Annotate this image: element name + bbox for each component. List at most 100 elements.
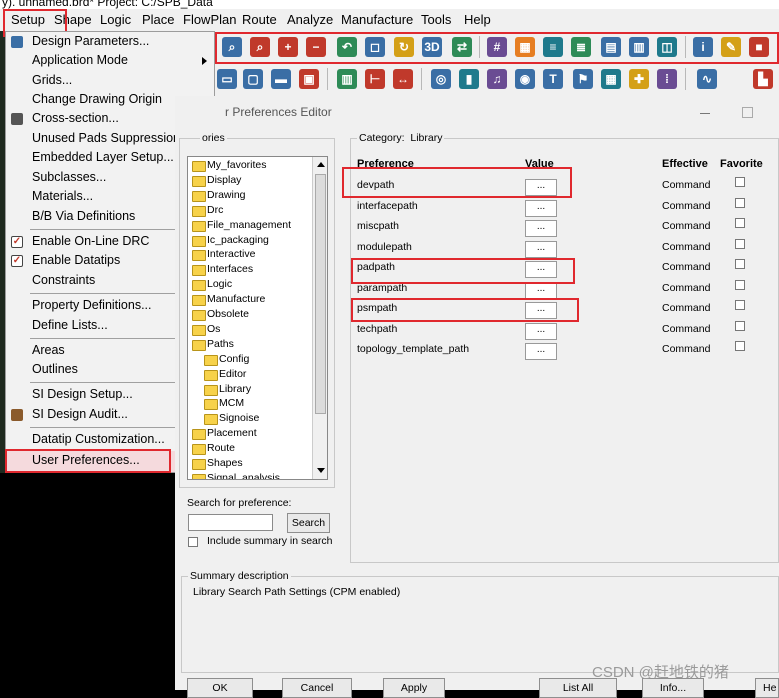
menu-tools[interactable]: Tools	[421, 12, 451, 27]
dialog-title: r Preferences Editor	[225, 105, 332, 119]
highlight-devpath	[342, 167, 572, 198]
favorite-checkbox[interactable]	[735, 279, 745, 290]
favorite-checkbox[interactable]	[735, 259, 745, 269]
user-preferences-dialog: r Preferences Editor ories My_favorites D…	[175, 96, 779, 698]
value-browse-button[interactable]: ...	[525, 322, 557, 340]
ok-button[interactable]: OK	[187, 678, 253, 698]
measure-icon[interactable]: ↔	[393, 69, 413, 89]
menu-help[interactable]: Help	[464, 12, 491, 27]
highlight-padpath	[351, 258, 575, 284]
favorite-checkbox[interactable]	[735, 197, 745, 208]
value-browse-button[interactable]: ...	[525, 281, 557, 299]
menu-route[interactable]: Route	[242, 12, 277, 27]
menu-flowplan[interactable]: FlowPlan	[183, 12, 236, 27]
value-browse-button[interactable]: ...	[525, 343, 557, 360]
pin-icon[interactable]: ✚	[629, 69, 649, 89]
value-browse-button[interactable]: ...	[525, 199, 557, 217]
pad-icon[interactable]: ▮	[459, 69, 479, 89]
submenu-arrow-icon	[202, 57, 207, 65]
effective-value: Command	[662, 199, 711, 212]
folder-icon	[192, 220, 206, 232]
preference-name: miscpath	[357, 220, 400, 232]
favorite-checkbox[interactable]	[735, 218, 745, 228]
highlight-toolbar	[215, 32, 779, 64]
preference-name: interfacepath	[357, 199, 418, 212]
folder-icon	[192, 250, 206, 262]
folder-icon	[192, 280, 206, 292]
favorite-checkbox[interactable]	[735, 300, 745, 310]
fill-icon[interactable]: ▬	[271, 69, 291, 89]
menu-manufacture[interactable]: Manufacture	[341, 12, 413, 27]
folder-icon	[192, 175, 206, 187]
board-icon[interactable]: ▦	[601, 69, 621, 89]
highlight-psmpath	[351, 298, 579, 322]
folder-icon	[192, 473, 206, 479]
menu-item-application-mode[interactable]: Application Mode	[6, 52, 214, 71]
maximize-icon[interactable]	[742, 107, 753, 118]
scroll-up-icon[interactable]	[317, 162, 325, 167]
folder-icon	[204, 369, 218, 381]
checkmark-icon: ✓	[11, 255, 23, 267]
effective-value: Command	[662, 343, 711, 355]
summary-text: Library Search Path Settings (CPM enable…	[193, 586, 401, 598]
menu-place[interactable]: Place	[142, 12, 175, 27]
folder-icon	[192, 429, 206, 441]
folder-icon	[192, 324, 206, 336]
minimize-icon[interactable]	[700, 113, 710, 114]
effective-value: Command	[662, 179, 711, 191]
folder-icon	[192, 295, 206, 307]
chart-icon[interactable]: ▙	[753, 69, 773, 89]
shape-icon[interactable]: ▣	[299, 69, 319, 89]
folder-icon	[192, 190, 206, 202]
square-icon[interactable]: ▢	[243, 69, 263, 89]
scroll-down-icon[interactable]	[317, 468, 325, 473]
favorite-checkbox[interactable]	[735, 177, 745, 187]
array-icon[interactable]: ⁞	[657, 69, 677, 89]
search-label: Search for preference:	[187, 497, 292, 509]
category-tree[interactable]: My_favorites Display Drawing Drc File_manage…	[187, 156, 328, 480]
menu-item-grids[interactable]: Grids...	[6, 72, 214, 91]
value-browse-button[interactable]: ...	[525, 220, 557, 237]
effective-value: Command	[662, 261, 711, 273]
help-button[interactable]: He	[755, 678, 779, 698]
menu-logic[interactable]: Logic	[100, 12, 131, 27]
menu-analyze[interactable]: Analyze	[287, 12, 333, 27]
value-browse-button[interactable]: ...	[525, 240, 557, 258]
rect-icon[interactable]: ▭	[217, 69, 237, 89]
camera-icon[interactable]: ◉	[515, 69, 535, 89]
drill-icon[interactable]: ◎	[431, 69, 451, 89]
effective-value: Command	[662, 302, 711, 314]
preference-name: techpath	[357, 322, 398, 335]
summary-title: Summary description	[188, 570, 291, 582]
effective-value: Command	[662, 281, 711, 294]
apply-button[interactable]: Apply	[383, 678, 445, 698]
favorite-checkbox[interactable]	[735, 320, 745, 331]
folder-icon	[192, 444, 206, 456]
dimension-icon[interactable]: ⊢	[365, 69, 385, 89]
header-effective: Effective	[662, 158, 708, 170]
preference-name: topology_template_path	[357, 343, 470, 355]
menu-bar: Setup Shape Logic Place FlowPlan Route A…	[0, 9, 779, 31]
window-title: y). unnamed.brd* Project: C:/SPB_Data	[2, 0, 213, 9]
symbol-icon[interactable]: ♫	[487, 69, 507, 89]
toolbar-separator	[685, 68, 686, 90]
folder-icon	[204, 354, 218, 366]
folder-icon	[192, 235, 206, 247]
search-input[interactable]	[188, 514, 273, 531]
tree-scrollbar[interactable]	[312, 157, 327, 479]
cancel-button[interactable]: Cancel	[282, 678, 352, 698]
search-button[interactable]: Search	[287, 513, 330, 533]
effective-value: Command	[662, 322, 711, 335]
wave-icon[interactable]: ∿	[697, 69, 717, 89]
menu-item-design-parameters[interactable]: Design Parameters...	[6, 33, 214, 52]
text-icon[interactable]: T	[543, 69, 563, 89]
flag-icon[interactable]: ⚑	[573, 69, 593, 89]
favorite-checkbox[interactable]	[735, 341, 745, 351]
place-icon[interactable]: ▥	[337, 69, 357, 89]
design-params-icon	[11, 36, 23, 48]
include-summary-checkbox[interactable]	[188, 537, 198, 547]
effective-value: Command	[662, 220, 711, 232]
folder-icon	[192, 205, 206, 217]
favorite-checkbox[interactable]	[735, 238, 745, 249]
scroll-thumb[interactable]	[315, 174, 326, 414]
